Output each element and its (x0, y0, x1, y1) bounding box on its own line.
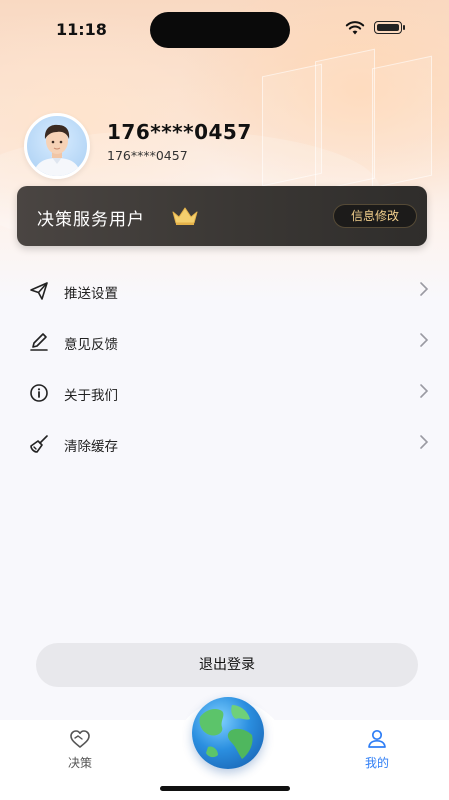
member-title: 决策服务用户 (37, 210, 145, 230)
handshake-icon (70, 730, 90, 748)
person-icon (368, 729, 386, 748)
dynamic-island (150, 12, 290, 48)
pen-icon (30, 333, 48, 351)
menu-item-label: 推送设置 (64, 286, 118, 302)
status-bar: 11:18 (0, 0, 449, 60)
avatar[interactable] (24, 113, 90, 179)
status-time: 11:18 (56, 20, 107, 39)
menu-item-clear-cache[interactable]: 清除缓存 (0, 421, 449, 465)
menu-item-label: 关于我们 (64, 388, 118, 404)
member-card: 决策服务用户 信息修改 (17, 186, 427, 246)
globe-icon[interactable] (192, 697, 264, 769)
chevron-right-icon (420, 282, 429, 296)
broom-icon (30, 435, 48, 453)
tab-mine[interactable]: 我的 (347, 720, 407, 780)
tab-label: 决策 (67, 756, 92, 770)
edit-info-button[interactable]: 信息修改 (333, 204, 417, 228)
user-phone: 176****0457 (107, 148, 188, 163)
battery-icon (374, 21, 405, 34)
chevron-right-icon (420, 384, 429, 398)
logout-button[interactable]: 退出登录 (36, 643, 418, 687)
avatar-illustration (33, 124, 81, 176)
phone-screen: 11:18 176****0457 176****0457 决策服务用户 信息修… (0, 0, 449, 800)
menu-item-label: 清除缓存 (64, 439, 118, 455)
globe-continents (199, 705, 253, 759)
decor-block (315, 48, 375, 192)
user-name: 176****0457 (107, 120, 252, 144)
decor-block (262, 63, 322, 187)
menu-item-about-us[interactable]: 关于我们 (0, 370, 449, 414)
wifi-icon (345, 21, 365, 35)
crown-icon (172, 207, 198, 225)
home-indicator (160, 786, 290, 791)
chevron-right-icon (420, 435, 429, 449)
decor-block (372, 55, 432, 189)
tab-decision[interactable]: 决策 (50, 720, 110, 780)
info-icon (30, 384, 48, 402)
tab-label: 我的 (364, 756, 389, 770)
chevron-right-icon (420, 333, 429, 347)
send-icon (30, 282, 48, 300)
menu-item-feedback[interactable]: 意见反馈 (0, 319, 449, 363)
menu-item-label: 意见反馈 (64, 337, 118, 353)
battery-fill (377, 24, 399, 31)
menu-item-push-settings[interactable]: 推送设置 (0, 268, 449, 312)
